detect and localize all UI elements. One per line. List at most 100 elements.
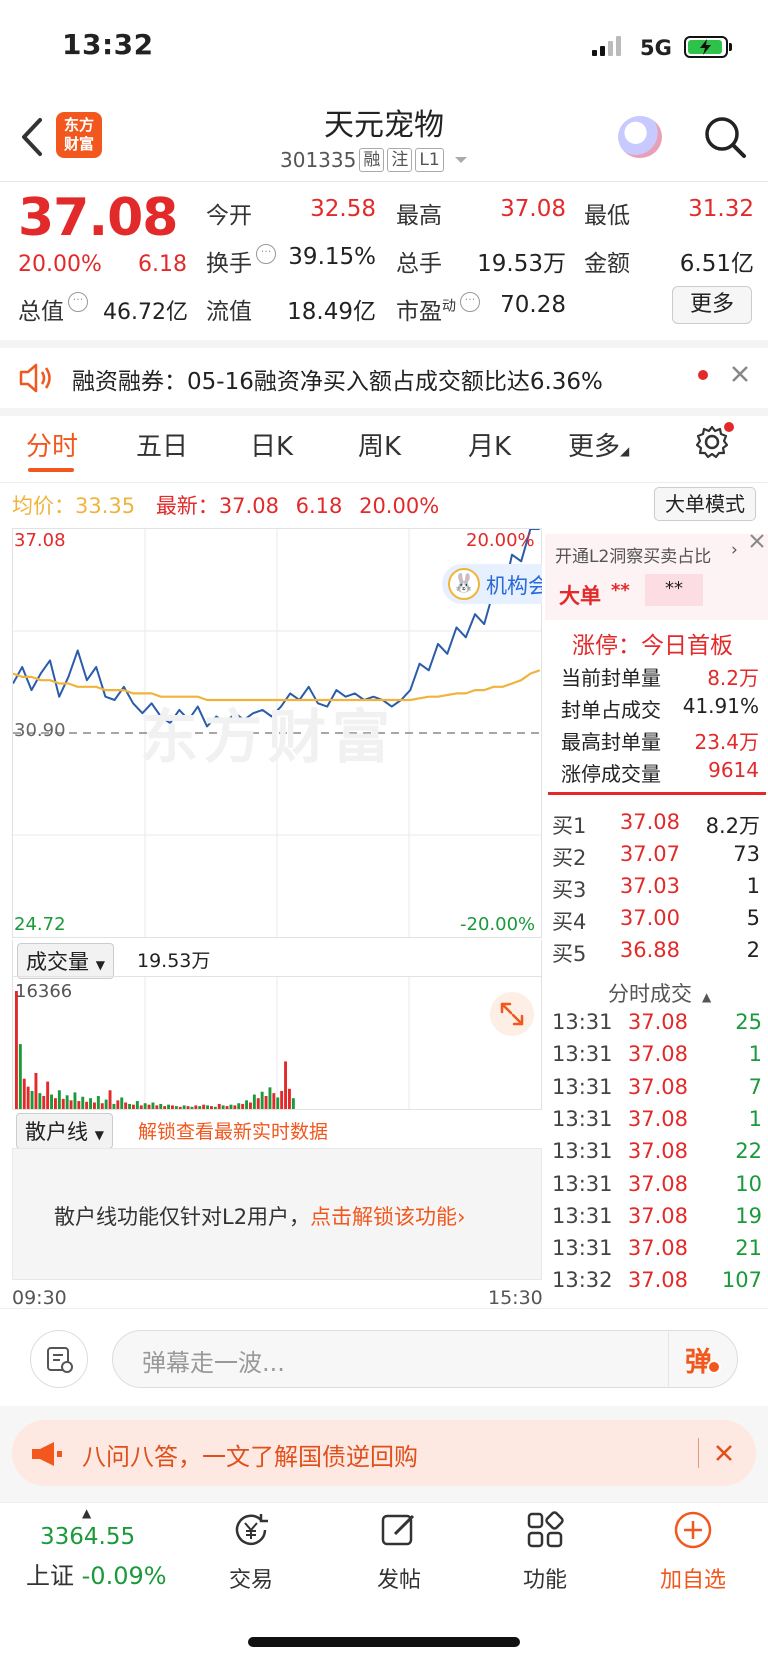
unlock-realtime-link[interactable]: 解锁查看最新实时数据	[138, 1117, 328, 1144]
info-icon[interactable]: ···	[68, 292, 88, 312]
high-label: 最高	[396, 203, 442, 229]
trade-time: 13:31	[552, 1010, 613, 1034]
search-button[interactable]	[702, 114, 748, 160]
volume-bar	[202, 1104, 206, 1109]
float-cap-label: 流值	[206, 299, 252, 325]
nav-add-watchlist[interactable]: 加自选	[638, 1510, 748, 1594]
l2-promo[interactable]: 开通L2洞察买卖占比 › 大单 ** **	[545, 534, 768, 620]
volume-bar	[69, 1100, 73, 1109]
volume-bar	[108, 1090, 112, 1109]
tab-daily-k[interactable]: 日K	[250, 426, 293, 463]
nav-trade[interactable]: 交易	[196, 1510, 306, 1594]
unlock-feature-link[interactable]: 点击解锁该功能	[310, 1205, 457, 1229]
volume-bar	[291, 1098, 295, 1109]
index-value[interactable]: 3364.55	[40, 1524, 135, 1550]
tab-five-day[interactable]: 五日	[136, 426, 188, 463]
comment-list-button[interactable]	[30, 1330, 88, 1388]
change-amount: 6.18	[138, 252, 187, 277]
nav-post[interactable]: 发帖	[344, 1510, 454, 1594]
masked-value-b: **	[645, 574, 703, 606]
stock-code: 301335	[280, 148, 357, 172]
turnover-rate-value: 39.15%	[288, 244, 376, 270]
stock-code-row[interactable]: 301335 融 注 L1	[280, 148, 468, 172]
pe-value: 70.28	[500, 292, 566, 318]
l2-promo-text: 开通L2洞察买卖占比	[555, 547, 712, 567]
trade-time: 13:31	[552, 1139, 613, 1164]
volume-bar	[237, 1103, 241, 1109]
institution-badge[interactable]: 🐰 机构会	[442, 564, 542, 604]
volume-bar	[124, 1102, 128, 1109]
trade-time: 13:31	[552, 1203, 613, 1228]
retail-line-message: 散户线功能仅针对L2用户，点击解锁该功能›	[54, 1205, 466, 1229]
megaphone-icon	[32, 1442, 62, 1466]
close-notice-icon[interactable]	[714, 1443, 734, 1463]
latest-value: 37.08	[218, 494, 279, 518]
open-label: 今开	[206, 203, 252, 229]
bid-row[interactable]: 买2 37.07 73	[552, 842, 760, 872]
settings-button[interactable]	[694, 422, 734, 464]
active-tab-indicator	[28, 468, 74, 472]
volume-bar	[89, 1098, 92, 1109]
info-icon[interactable]: ···	[460, 292, 480, 312]
volume-bar	[260, 1091, 264, 1109]
margin-banner-text[interactable]: 融资融券：05-16融资净买入额占成交额比达6.36%	[72, 362, 603, 396]
notice-text[interactable]: 八问八答，一文了解国债逆回购	[82, 1437, 418, 1472]
close-icon[interactable]	[730, 364, 750, 384]
limit-value-2: 41.91%	[682, 694, 759, 718]
header-divider	[0, 181, 768, 182]
rabbit-icon: 🐰	[448, 568, 480, 600]
edit-icon	[381, 1514, 415, 1546]
volume-bar	[50, 1094, 53, 1109]
volume-bar	[225, 1106, 229, 1109]
nav-functions[interactable]: 功能	[490, 1510, 600, 1594]
bid-row[interactable]: 买4 37.00 5	[552, 906, 760, 936]
trade-price: 37.08	[627, 1236, 688, 1261]
trade-volume: 1	[748, 1042, 762, 1067]
tab-weekly-k[interactable]: 周K	[358, 426, 401, 463]
bid-row[interactable]: 买3 37.03 1	[552, 874, 760, 904]
add-circle-icon	[674, 1511, 712, 1549]
index-caret-icon: ▲	[82, 1506, 92, 1520]
low-label: 最低	[584, 203, 630, 229]
bid-row[interactable]: 买5 36.88 2	[552, 938, 760, 968]
yen-refresh-icon	[235, 1514, 268, 1546]
volume-bar	[229, 1104, 233, 1109]
volume-bar	[186, 1106, 190, 1109]
trade-price: 37.08	[627, 1106, 688, 1131]
trade-time: 13:31	[552, 1042, 613, 1067]
section-gap	[0, 408, 768, 416]
volume-bar	[116, 1100, 120, 1109]
tab-monthly-k[interactable]: 月K	[468, 426, 511, 463]
volume-bar	[280, 1090, 284, 1109]
volume-bar	[38, 1093, 42, 1109]
trade-row: 13:32 37.08 107	[552, 1268, 762, 1292]
volume-bar	[264, 1096, 268, 1109]
danmu-toggle-button[interactable]: 弹	[668, 1330, 738, 1388]
volume-total: 19.53万	[137, 950, 211, 972]
bid-row[interactable]: 买1 37.08 8.2万	[552, 810, 760, 840]
volume-bar	[210, 1106, 213, 1109]
trade-volume: 10	[735, 1171, 762, 1196]
volume-indicator-select[interactable]: 成交量 ▼	[17, 943, 114, 979]
chart-summary: 均价：33.35 最新：37.08 6.18 20.00%	[12, 490, 439, 520]
pct-bottom-label: -20.00%	[460, 914, 536, 935]
more-button[interactable]: 更多	[672, 286, 752, 324]
trades-title[interactable]: 分时成交 ▲	[608, 978, 711, 1008]
notice-divider	[698, 1438, 699, 1468]
expand-button[interactable]	[490, 992, 534, 1036]
tab-intraday[interactable]: 分时	[26, 426, 78, 463]
trade-price: 37.08	[627, 1042, 688, 1067]
index-summary[interactable]: 上证 -0.09%	[26, 1556, 167, 1591]
big-order-mode-button[interactable]: 大单模式	[654, 487, 756, 521]
info-icon[interactable]: ···	[256, 244, 276, 264]
signal-icon	[592, 34, 626, 56]
assistant-robot-icon[interactable]	[618, 116, 662, 158]
volume-bar	[167, 1104, 170, 1109]
nav-functions-label: 功能	[522, 1568, 567, 1593]
trade-volume: 7	[748, 1074, 762, 1099]
open-value: 32.58	[310, 196, 376, 222]
close-promo-icon[interactable]	[748, 532, 766, 550]
tab-more[interactable]: 更多◢	[568, 426, 629, 463]
retail-line-select[interactable]: 散户线 ▼	[16, 1113, 113, 1149]
volume-chart[interactable]: 16366	[12, 976, 542, 1110]
